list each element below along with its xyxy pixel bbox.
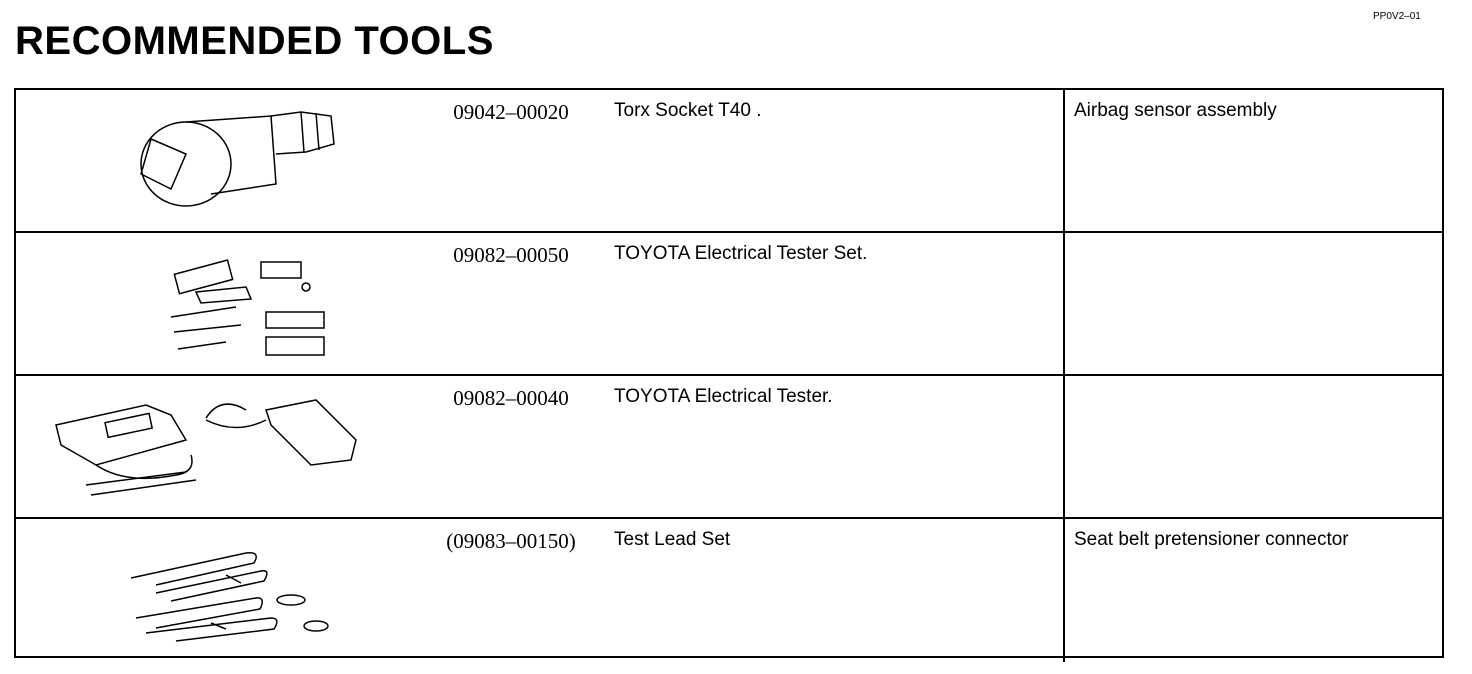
tool-row: 09082–00040 TOYOTA Electrical Tester.: [16, 376, 1442, 519]
column-divider: [1063, 376, 1065, 517]
electrical-tester-illustration: [36, 380, 396, 514]
part-number: 09082–00040: [453, 386, 569, 410]
tool-row: 09042–00020 Torx Socket T40 . Airbag sen…: [16, 90, 1442, 233]
tool-name: TOYOTA Electrical Tester Set.: [614, 243, 868, 264]
part-number: (09083–00150): [446, 529, 576, 553]
tool-name: Torx Socket T40 .: [614, 100, 762, 121]
tool-name: TOYOTA Electrical Tester.: [614, 386, 833, 407]
tool-row: 09082–00050 TOYOTA Electrical Tester Set…: [16, 233, 1442, 376]
test-lead-set-illustration: [36, 523, 396, 657]
column-divider: [1063, 233, 1065, 374]
column-divider: [1063, 519, 1065, 662]
part-number: 09042–00020: [453, 100, 569, 124]
column-divider: [1063, 90, 1065, 231]
tool-name: Test Lead Set: [614, 529, 731, 550]
tool-row: (09083–00150) Test Lead Set Seat belt pr…: [16, 519, 1442, 662]
torx-socket-illustration: [36, 94, 396, 228]
tool-note: Seat belt pretensioner connector: [1074, 529, 1349, 550]
tester-set-illustration: [36, 237, 396, 371]
tool-note: Airbag sensor assembly: [1074, 100, 1277, 121]
document-code: PP0V2–01: [1373, 11, 1421, 22]
tools-table: 09042–00020 Torx Socket T40 . Airbag sen…: [14, 88, 1444, 662]
part-number: 09082–00050: [453, 243, 569, 267]
page-title: RECOMMENDED TOOLS: [15, 19, 494, 63]
